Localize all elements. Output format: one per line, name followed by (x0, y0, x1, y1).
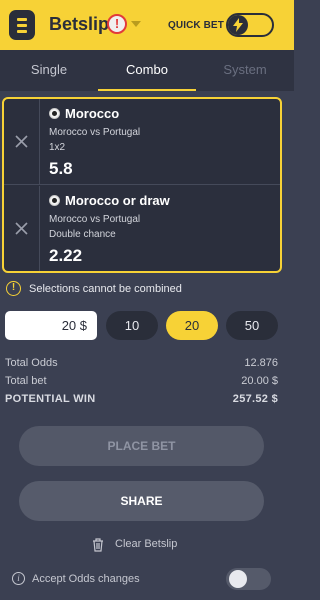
potential-win-row: POTENTIAL WIN 257.52 $ (5, 393, 278, 405)
toggle-knob (229, 570, 247, 588)
selection-odds: 5.8 (49, 159, 73, 178)
menu-line (17, 30, 27, 33)
accept-odds-label: Accept Odds changes (32, 573, 140, 585)
share-button[interactable]: SHARE (19, 481, 264, 521)
menu-button[interactable] (9, 10, 35, 40)
selection-match: Morocco vs Portugal (49, 127, 141, 138)
place-bet-button[interactable]: PLACE BET (19, 426, 264, 466)
selection-item: Morocco Morocco vs Portugal 1x2 5.8 (4, 99, 280, 185)
page-title: Betslip (49, 14, 110, 34)
soccer-ball-icon (49, 195, 60, 206)
selection-item: Morocco or draw Morocco vs Portugal Doub… (4, 186, 280, 271)
total-bet-row: Total bet 20.00 $ (5, 375, 278, 387)
warning-message: Selections cannot be combined (29, 283, 182, 295)
selection-market: Double chance (49, 229, 116, 240)
selection-name: Morocco or draw (65, 193, 170, 208)
total-odds-label: Total Odds (5, 357, 58, 369)
menu-line (17, 24, 27, 27)
remove-selection-button[interactable] (4, 186, 40, 271)
tab-single[interactable]: Single (0, 50, 98, 91)
selection-match: Morocco vs Portugal (49, 214, 141, 225)
stake-input[interactable] (5, 311, 97, 340)
tab-combo[interactable]: Combo (98, 50, 196, 91)
lightning-icon (228, 15, 248, 35)
total-bet-value: 20.00 $ (241, 375, 278, 387)
remove-selection-button[interactable] (4, 99, 40, 184)
chevron-down-icon[interactable] (131, 21, 141, 27)
trash-icon (93, 538, 103, 552)
close-icon (15, 135, 28, 148)
total-odds-value: 12.876 (244, 357, 278, 369)
selection-name: Morocco (65, 106, 120, 121)
tab-system[interactable]: System (196, 50, 294, 91)
selection-market: 1x2 (49, 142, 66, 153)
header: Betslip ! QUICK BET (0, 0, 294, 50)
quick-bet-toggle[interactable] (226, 13, 274, 37)
selections-list: Morocco Morocco vs Portugal 1x2 5.8 Moro… (2, 97, 282, 273)
selection-odds: 2.22 (49, 246, 83, 265)
accept-odds-toggle[interactable] (226, 568, 271, 590)
stake-chip-50[interactable]: 50 (226, 311, 278, 340)
clear-betslip-label: Clear Betslip (115, 538, 178, 550)
bet-type-tabs: Single Combo System (0, 50, 294, 91)
info-icon: i (12, 572, 25, 585)
warning-icon: ! (6, 281, 21, 296)
soccer-ball-icon (49, 108, 60, 119)
alert-icon[interactable]: ! (107, 14, 127, 34)
total-odds-row: Total Odds 12.876 (5, 357, 278, 369)
quick-bet-label: QUICK BET (168, 20, 224, 31)
close-icon (15, 222, 28, 235)
stake-chip-20[interactable]: 20 (166, 311, 218, 340)
stake-chip-10[interactable]: 10 (106, 311, 158, 340)
total-bet-label: Total bet (5, 375, 47, 387)
menu-line (17, 18, 27, 21)
potential-win-value: 257.52 $ (232, 393, 278, 405)
potential-win-label: POTENTIAL WIN (5, 393, 96, 405)
